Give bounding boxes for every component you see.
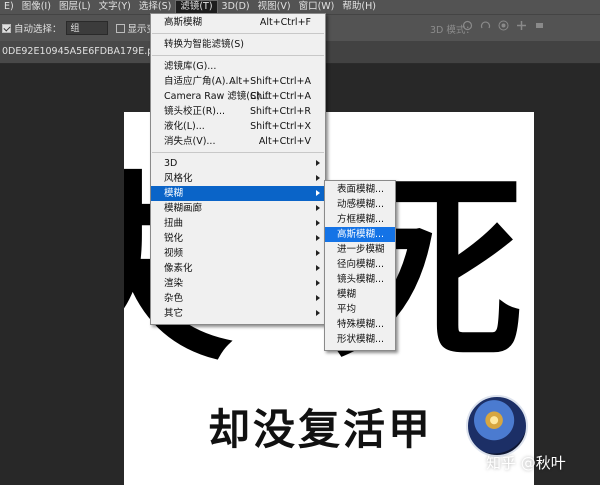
menu-separator [152, 33, 324, 34]
menu-item-motion-blur[interactable]: 动感模糊... [325, 197, 395, 212]
menu-item-label: 自适应广角(A)... [164, 76, 235, 87]
menu-item-shape-blur[interactable]: 形状模糊... [325, 332, 395, 347]
menu-edit[interactable]: E) [0, 0, 18, 14]
menu-item-label: 模糊画廊 [164, 203, 203, 214]
menu-item-filter-gallery[interactable]: 滤镜库(G)... [151, 59, 325, 74]
menu-separator [152, 152, 324, 153]
menu-item-blur-more[interactable]: 进一步模糊 [325, 242, 395, 257]
orbit-3d-icon[interactable] [462, 20, 473, 31]
menu-item-shortcut: Alt+Ctrl+F [259, 17, 311, 28]
submenu-sharpen[interactable]: 锐化 [151, 231, 325, 246]
menu-type[interactable]: 文字(Y) [95, 0, 135, 14]
menu-3d[interactable]: 3D(D) [218, 0, 254, 14]
menu-item-shortcut: Alt+Shift+Ctrl+A [229, 76, 311, 87]
pan-3d-icon[interactable] [498, 20, 509, 31]
menu-image[interactable]: 图像(I) [18, 0, 55, 14]
menu-item-label: 风格化 [164, 173, 193, 184]
submenu-distort[interactable]: 扭曲 [151, 216, 325, 231]
menu-item-label: 视频 [164, 248, 184, 259]
submenu-arrow-icon [316, 310, 320, 316]
watermark: 知乎 @秋叶 [486, 454, 566, 472]
menu-item-radial-blur[interactable]: 径向模糊... [325, 257, 395, 272]
submenu-render[interactable]: 渲染 [151, 276, 325, 291]
menu-window[interactable]: 窗口(W) [295, 0, 339, 14]
menu-item-last-filter[interactable]: 高斯模糊 Alt+Ctrl+F [151, 15, 325, 30]
menu-view[interactable]: 视图(V) [254, 0, 295, 14]
scale-3d-icon[interactable] [534, 20, 545, 31]
menu-item-blur[interactable]: 模糊 [325, 287, 395, 302]
document-tab[interactable]: 0DE92E10945A5E6FDBA179E.png @ 66. [0, 41, 172, 63]
submenu-arrow-icon [316, 190, 320, 196]
canvas-subtitle: 却没复活甲 [208, 405, 434, 454]
move-3d-icon[interactable] [516, 20, 527, 31]
3d-tools [462, 20, 545, 31]
submenu-arrow-icon [316, 280, 320, 286]
menu-item-shortcut: Shift+Ctrl+X [250, 121, 311, 132]
menu-item-label: 锐化 [164, 233, 184, 244]
auto-select-label: 自动选择： [14, 24, 62, 35]
menu-item-box-blur[interactable]: 方框模糊... [325, 212, 395, 227]
roll-3d-icon[interactable] [480, 20, 491, 31]
menu-item-label: 滤镜库(G)... [164, 61, 217, 72]
filter-menu: 高斯模糊 Alt+Ctrl+F 转换为智能滤镜(S) 滤镜库(G)... 自适应… [150, 13, 326, 325]
menu-item-shortcut: Alt+Ctrl+V [258, 136, 311, 147]
blur-submenu: 表面模糊... 动感模糊... 方框模糊... 高斯模糊... 进一步模糊 径向… [324, 180, 396, 351]
menu-item-shortcut: Shift+Ctrl+A [250, 91, 311, 102]
menu-item-label: 像素化 [164, 263, 193, 274]
menu-item-label: 扭曲 [164, 218, 184, 229]
menu-item-label: 模糊 [164, 188, 184, 199]
menu-item-smart-blur[interactable]: 特殊模糊... [325, 317, 395, 332]
menu-separator [152, 55, 324, 56]
menu-item-lens-blur[interactable]: 镜头模糊... [325, 272, 395, 287]
menu-item-surface-blur[interactable]: 表面模糊... [325, 182, 395, 197]
auto-select-checkbox[interactable] [2, 23, 11, 33]
auto-select-dropdown[interactable]: 组 [65, 21, 108, 35]
submenu-video[interactable]: 视频 [151, 246, 325, 261]
submenu-arrow-icon [316, 205, 320, 211]
menu-item-convert-smart-filter[interactable]: 转换为智能滤镜(S) [151, 37, 325, 52]
menu-item-label: 其它 [164, 308, 184, 319]
submenu-arrow-icon [316, 265, 320, 271]
menu-item-average[interactable]: 平均 [325, 302, 395, 317]
menu-item-label: 3D [164, 158, 178, 169]
submenu-arrow-icon [316, 220, 320, 226]
menu-item-label: 渲染 [164, 278, 184, 289]
submenu-arrow-icon [316, 175, 320, 181]
menu-item-label: 转换为智能滤镜(S) [164, 39, 244, 50]
menu-bar: E) 图像(I) 图层(L) 文字(Y) 选择(S) 滤镜(T) 3D(D) 视… [0, 0, 600, 14]
submenu-blur-gallery[interactable]: 模糊画廊 [151, 201, 325, 216]
submenu-3d[interactable]: 3D [151, 156, 325, 171]
menu-item-lens-correction[interactable]: 镜头校正(R)... Shift+Ctrl+R [151, 104, 325, 119]
menu-item-vanishing-point[interactable]: 消失点(V)... Alt+Ctrl+V [151, 134, 325, 149]
submenu-arrow-icon [316, 235, 320, 241]
menu-item-liquify[interactable]: 液化(L)... Shift+Ctrl+X [151, 119, 325, 134]
submenu-arrow-icon [316, 250, 320, 256]
menu-item-label: 液化(L)... [164, 121, 205, 132]
submenu-arrow-icon [316, 160, 320, 166]
submenu-arrow-icon [316, 295, 320, 301]
submenu-blur[interactable]: 模糊 [151, 186, 325, 201]
submenu-pixelate[interactable]: 像素化 [151, 261, 325, 276]
menu-item-gaussian-blur[interactable]: 高斯模糊... [325, 227, 395, 242]
menu-item-adaptive-wide-angle[interactable]: 自适应广角(A)... Alt+Shift+Ctrl+A [151, 74, 325, 89]
menu-item-label: 高斯模糊 [164, 17, 203, 28]
menu-item-label: 消失点(V)... [164, 136, 216, 147]
menu-help[interactable]: 帮助(H) [338, 0, 380, 14]
menu-item-shortcut: Shift+Ctrl+R [249, 106, 311, 117]
show-transform-checkbox[interactable] [115, 23, 125, 33]
menu-layer[interactable]: 图层(L) [55, 0, 95, 14]
submenu-noise[interactable]: 杂色 [151, 291, 325, 306]
menu-item-label: 镜头校正(R)... [164, 106, 226, 117]
menu-filter[interactable]: 滤镜(T) [175, 0, 218, 14]
menu-select[interactable]: 选择(S) [135, 0, 175, 14]
avatar-image [466, 395, 528, 457]
submenu-other[interactable]: 其它 [151, 306, 325, 321]
submenu-stylize[interactable]: 风格化 [151, 171, 325, 186]
menu-item-camera-raw[interactable]: Camera Raw 滤镜(C)... Shift+Ctrl+A [151, 89, 325, 104]
menu-item-label: 杂色 [164, 293, 184, 304]
